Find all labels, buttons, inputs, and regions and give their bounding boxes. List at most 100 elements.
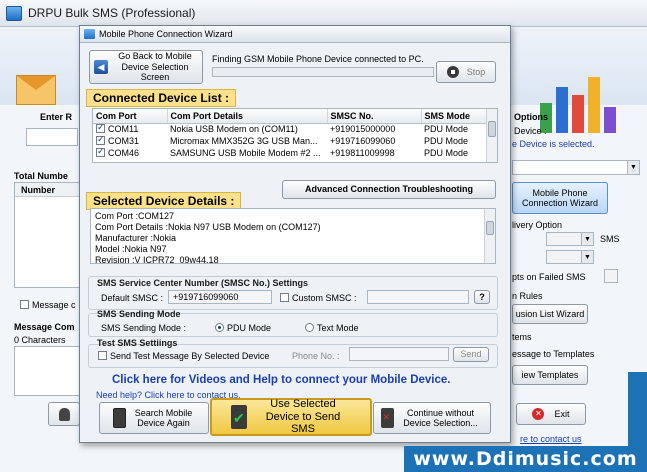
- column-header[interactable]: Com Port Details: [167, 109, 328, 124]
- left-action-button[interactable]: [48, 402, 80, 426]
- rules-label: n Rules: [512, 291, 543, 301]
- advanced-troubleshooting-button[interactable]: Advanced Connection Troubleshooting: [282, 180, 496, 199]
- delivery-combo[interactable]: ▼: [546, 232, 594, 246]
- detail-model: Model :Nokia N97: [95, 244, 167, 254]
- sms-mode: PDU Mode: [424, 136, 469, 146]
- smsc-number: +919716099060: [330, 136, 396, 146]
- message-checkbox-label: Message c: [32, 300, 76, 310]
- custom-smsc-label: Custom SMSC :: [292, 293, 357, 303]
- com-port-details: SAMSUNG USB Mobile Modem #2 ...: [170, 148, 321, 158]
- enter-field[interactable]: [26, 128, 78, 146]
- details-scrollbar[interactable]: [484, 209, 495, 263]
- device-table-scrollbar[interactable]: [486, 109, 497, 162]
- column-header[interactable]: Com Port: [93, 109, 168, 124]
- sms-mode: PDU Mode: [424, 148, 469, 158]
- number-column-header[interactable]: Number: [15, 183, 80, 197]
- stop-icon: [446, 66, 459, 78]
- sending-mode-title: SMS Sending Mode: [97, 309, 181, 319]
- stop-button[interactable]: Stop: [436, 61, 496, 83]
- status-text: Finding GSM Mobile Phone Device connecte…: [212, 54, 424, 64]
- connection-wizard-dialog: Mobile Phone Connection Wizard ◀ Go Back…: [79, 25, 511, 443]
- phone-label: Phone No. :: [292, 351, 340, 361]
- selected-device-details-box[interactable]: Com Port :COM127 Com Port Details :Nokia…: [90, 208, 496, 264]
- exclusion-list-wizard-button[interactable]: usion List Wizard: [512, 304, 588, 324]
- detail-com-port: Com Port :COM127: [95, 211, 175, 221]
- table-row[interactable]: COM46 SAMSUNG USB Mobile Modem #2 ... +9…: [93, 147, 487, 159]
- contact-link[interactable]: re to contact us: [520, 434, 582, 444]
- device-selected-status: e Device is selected.: [512, 139, 595, 149]
- com-port: COM31: [108, 135, 140, 146]
- pdu-mode-label: PDU Mode: [227, 323, 272, 333]
- user-icon: [58, 407, 70, 421]
- custom-smsc-checkbox[interactable]: Custom SMSC :: [280, 293, 357, 303]
- device-table[interactable]: Com Port Com Port Details SMSC No. SMS M…: [92, 108, 498, 163]
- progress-bar: [212, 67, 434, 77]
- search-device-again-button[interactable]: Search Mobile Device Again: [99, 402, 209, 434]
- message-composer-label: Message Com: [14, 322, 75, 332]
- text-mode-label: Text Mode: [317, 323, 359, 333]
- send-test-checkbox[interactable]: Send Test Message By Selected Device: [98, 351, 269, 361]
- text-mode-radio[interactable]: Text Mode: [305, 323, 359, 333]
- smsc-settings-title: SMS Service Center Number (SMSC No.) Set…: [97, 278, 309, 288]
- com-port: COM11: [108, 124, 139, 135]
- use-selected-device-button[interactable]: ✔ Use Selected Device to Send SMS: [210, 398, 372, 436]
- connected-device-list-label: Connected Device List :: [86, 89, 237, 107]
- exit-label: Exit: [554, 408, 570, 419]
- help-button[interactable]: ?: [474, 290, 490, 304]
- default-smsc-label: Default SMSC :: [101, 293, 164, 303]
- phone-check-icon: ✔: [231, 405, 247, 429]
- smsc-number: +919015000000: [330, 124, 396, 135]
- search-device-label: Search Mobile Device Again: [134, 407, 193, 428]
- com-port-details: Nokia USB Modem on (COM11): [170, 124, 298, 135]
- phone-search-icon: [112, 408, 126, 428]
- phone-cancel-icon: ✕: [380, 408, 394, 428]
- use-selected-label: Use Selected Device to Send SMS: [265, 398, 341, 436]
- column-header[interactable]: SMS Mode: [421, 109, 487, 124]
- com-port: COM46: [108, 147, 140, 158]
- custom-smsc-field[interactable]: [367, 290, 469, 304]
- table-row[interactable]: COM31 Micromax MMX352G 3G USB Man... +91…: [93, 135, 487, 147]
- watermark-banner: www.Ddimusic.com: [404, 446, 647, 472]
- column-header[interactable]: SMSC No.: [327, 109, 422, 124]
- exit-button[interactable]: ✕ Exit: [516, 403, 586, 425]
- screen: DRPU Bulk SMS (Professional) Enter R Tot…: [0, 0, 647, 472]
- back-arrow-icon: ◀: [94, 60, 108, 74]
- send-test-label: Send Test Message By Selected Device: [110, 351, 270, 361]
- sending-mode-label: SMS Sending Mode :: [101, 323, 187, 333]
- view-templates-button[interactable]: iew Templates: [512, 365, 588, 385]
- detail-revision: Revision :V ICPR72_09w44.18: [95, 255, 219, 264]
- watermark-corner: [628, 372, 647, 446]
- mobile-phone-wizard-button[interactable]: Mobile Phone Connection Wizard: [512, 182, 608, 214]
- device-table-header: Com Port Com Port Details SMSC No. SMS M…: [93, 109, 487, 124]
- sms-mode: PDU Mode: [424, 124, 469, 135]
- envelope-icon: [16, 75, 56, 105]
- send-button[interactable]: Send: [453, 347, 489, 362]
- numbers-list[interactable]: Number: [14, 182, 80, 288]
- pdu-mode-radio[interactable]: PDU Mode: [215, 323, 271, 333]
- main-window-title: DRPU Bulk SMS (Professional): [28, 6, 196, 20]
- continue-without-device-button[interactable]: ✕ Continue without Device Selection...: [373, 402, 491, 434]
- failed-sms-label: pts on Failed SMS: [512, 272, 586, 282]
- help-videos-link[interactable]: Click here for Videos and Help to connec…: [112, 374, 450, 386]
- delivery-option-label: livery Option: [512, 220, 563, 230]
- exit-icon: ✕: [532, 408, 545, 420]
- table-row[interactable]: COM11 Nokia USB Modem on (COM11) +919015…: [93, 123, 487, 135]
- detail-com-port-details: Com Port Details :Nokia N97 USB Modem on…: [95, 222, 321, 232]
- smsc-number: +919811009998: [330, 148, 395, 158]
- row-checkbox[interactable]: [96, 147, 105, 158]
- characters-count: 0 Characters: [14, 335, 66, 345]
- detail-manufacturer: Manufacturer :Nokia: [95, 233, 177, 243]
- delivery-combo-2[interactable]: ▼: [546, 250, 594, 264]
- message-checkbox[interactable]: Message c: [20, 300, 76, 310]
- stop-label: Stop: [466, 66, 486, 77]
- failed-sms-combo[interactable]: [604, 269, 618, 283]
- phone-field[interactable]: [349, 347, 449, 361]
- go-back-button[interactable]: ◀ Go Back to Mobile Device Selection Scr…: [89, 50, 203, 84]
- message-textarea[interactable]: [14, 346, 80, 396]
- sms-label: SMS: [600, 234, 620, 244]
- default-smsc-field[interactable]: +919716099060: [168, 290, 272, 304]
- row-checkbox[interactable]: [96, 135, 105, 146]
- templates-label: essage to Templates: [512, 349, 595, 359]
- device-combo[interactable]: ▼: [512, 160, 640, 175]
- row-checkbox[interactable]: [96, 123, 105, 134]
